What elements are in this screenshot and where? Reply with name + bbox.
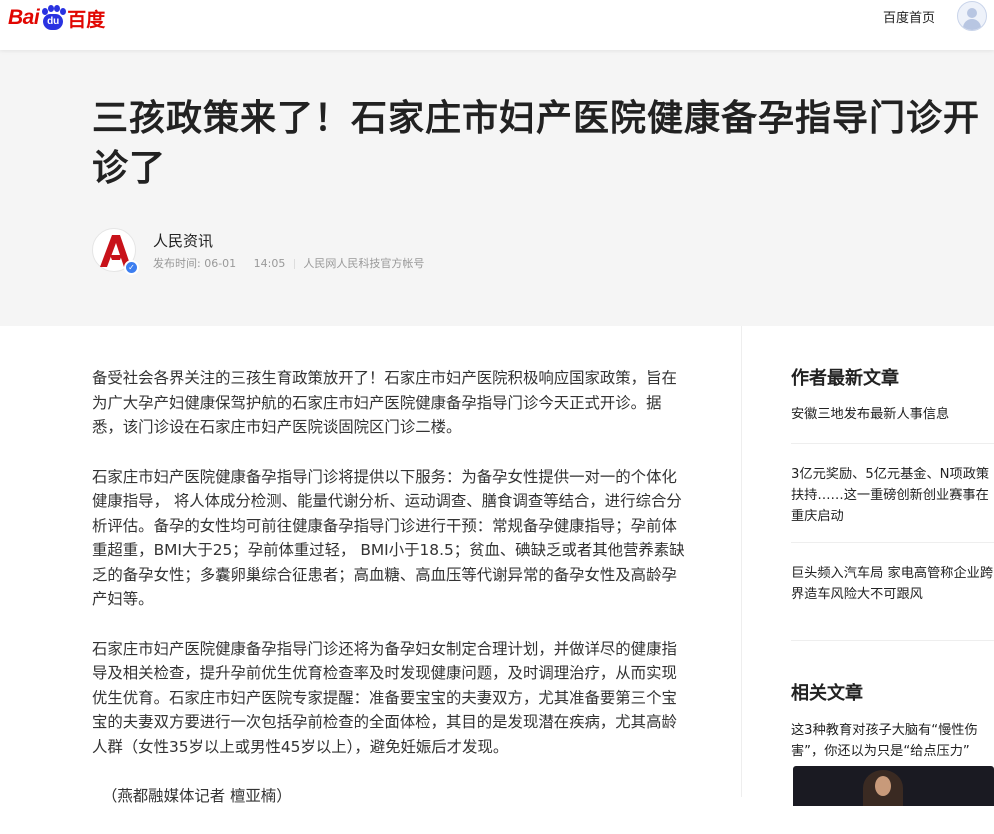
- related-article-link[interactable]: 这3种教育对孩子大脑有“慢性伤害”，你还以为只是“给点压力”: [791, 720, 994, 762]
- latest-articles-title: 作者最新文章: [791, 368, 899, 389]
- user-avatar[interactable]: [957, 1, 987, 31]
- author-name[interactable]: 人民资讯: [153, 230, 213, 251]
- publish-date: 06-01: [204, 257, 237, 270]
- author-source: 人民网人民科技官方帐号: [303, 257, 425, 270]
- article-paragraph: 石家庄市妇产医院健康备孕指导门诊将提供以下服务：为备孕女性提供一对一的个体化健康…: [92, 467, 685, 609]
- column-divider: [741, 326, 742, 797]
- latest-article-link[interactable]: 巨头频入汽车局 家电高管称企业跨界造车风险大不可跟风: [791, 563, 994, 605]
- logo-text-du: du: [47, 16, 60, 27]
- article-credit: （燕都融媒体记者 檀亚楠）: [102, 787, 292, 805]
- article-title: 三孩政策来了！石家庄市妇产医院健康备孕指导门诊开诊了: [92, 98, 981, 189]
- publish-time: 14:05: [253, 257, 286, 270]
- top-bar: Bai du 百度 百度首页: [0, 0, 994, 50]
- divider: [791, 542, 994, 543]
- latest-article-link[interactable]: 安徽三地发布最新人事信息: [791, 404, 994, 425]
- article-paragraph: 石家庄市妇产医院健康备孕指导门诊还将为备孕妇女制定合理计划，并做详尽的健康指导及…: [92, 639, 677, 756]
- paw-icon: du: [40, 5, 67, 31]
- article-body: 备受社会各界关注的三孩生育政策放开了！石家庄市妇产医院积极响应国家政策，旨在为广…: [92, 366, 692, 834]
- article-paragraph: 备受社会各界关注的三孩生育政策放开了！石家庄市妇产医院积极响应国家政策，旨在为广…: [92, 369, 677, 436]
- article-header: 三孩政策来了！石家庄市妇产医院健康备孕指导门诊开诊了 ✓ 人民资讯 发布时间: …: [0, 50, 994, 326]
- publish-label: 发布时间:: [153, 257, 201, 270]
- divider: [791, 443, 994, 444]
- logo-text-bai: Bai: [8, 6, 40, 29]
- logo-text-cn: 百度: [67, 8, 106, 31]
- related-articles-title: 相关文章: [791, 683, 863, 704]
- divider: [791, 640, 994, 641]
- home-link[interactable]: 百度首页: [883, 7, 935, 26]
- article-meta: 发布时间: 06-01 14:05 人民网人民科技官方帐号: [153, 255, 424, 271]
- baidu-logo[interactable]: Bai du 百度: [8, 4, 105, 32]
- latest-article-link[interactable]: 3亿元奖励、5亿元基金、N项政策扶持……这一重磅创新创业赛事在重庆启动: [791, 464, 994, 527]
- related-article-thumbnail[interactable]: [793, 766, 994, 806]
- verified-icon: ✓: [124, 260, 139, 275]
